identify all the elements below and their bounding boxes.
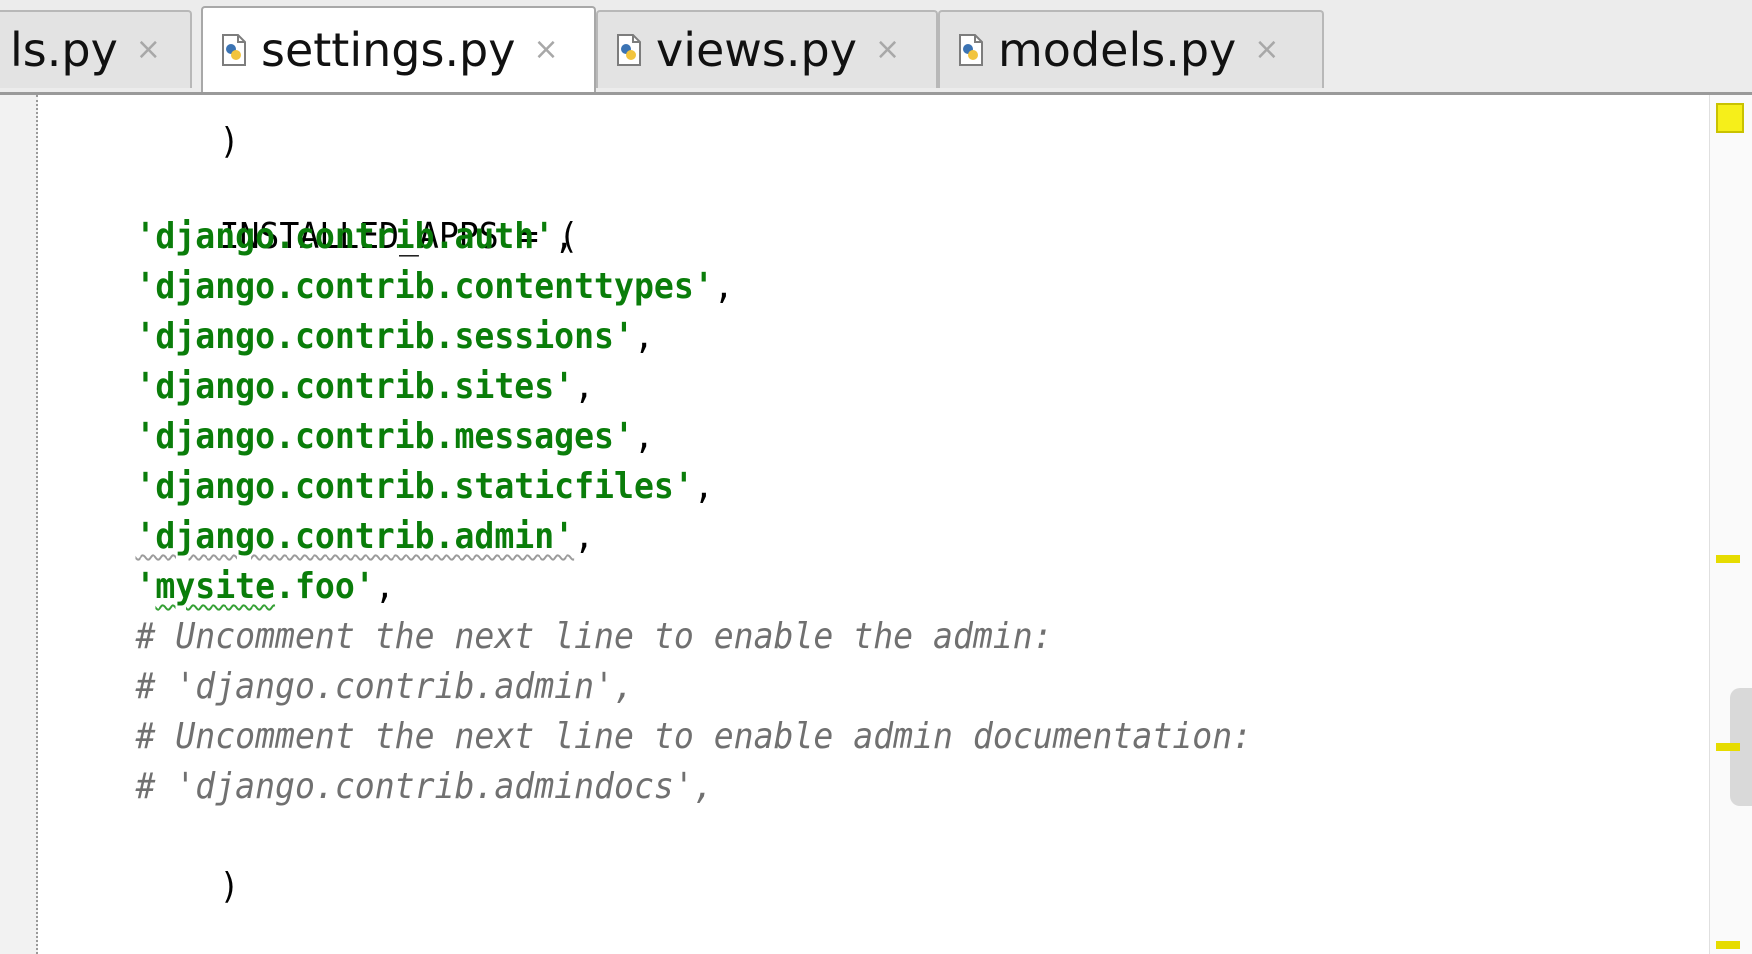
code-line: # 'django.contrib.admin',	[60, 662, 634, 712]
tab-label: views.py	[656, 23, 857, 77]
code-line: 'mysite.foo',	[60, 562, 395, 612]
code-token: ,	[713, 266, 734, 307]
close-icon[interactable]: ×	[875, 35, 900, 65]
close-icon[interactable]: ×	[136, 35, 161, 65]
tab-label: ls.py	[10, 23, 118, 77]
string-literal: 'django.contrib.staticfiles'	[135, 466, 694, 507]
code-line: 'django.contrib.staticfiles',	[60, 462, 714, 512]
string-literal: .foo'	[275, 566, 375, 607]
tab-urls-py[interactable]: ls.py ×	[0, 10, 192, 88]
code-token: ,	[633, 316, 654, 357]
tab-models-py[interactable]: models.py ×	[938, 10, 1324, 88]
string-literal: 'django.contrib.sessions'	[135, 316, 634, 357]
tab-label: models.py	[998, 23, 1237, 77]
python-file-icon	[959, 34, 983, 66]
string-literal: 'django.contrib.auth'	[135, 216, 555, 257]
code-line: INSTALLED_APPS = (	[60, 162, 579, 257]
python-file-icon	[222, 34, 246, 66]
code-token: ,	[554, 216, 575, 257]
tab-label: settings.py	[261, 23, 516, 77]
code-comment: # Uncomment the next line to enable admi…	[135, 716, 1253, 757]
close-icon[interactable]: ×	[533, 35, 558, 65]
code-line: # Uncomment the next line to enable the …	[60, 612, 1053, 662]
code-token: )	[219, 121, 240, 162]
string-literal: '	[135, 566, 156, 607]
code-line: 'django.contrib.sessions',	[60, 312, 654, 362]
close-icon[interactable]: ×	[1254, 35, 1279, 65]
line-gutter[interactable]	[0, 95, 38, 954]
string-literal: 'django.contrib.messages'	[135, 416, 634, 457]
code-token: ,	[574, 366, 595, 407]
code-line: # Uncomment the next line to enable admi…	[60, 712, 1252, 762]
code-comment: # Uncomment the next line to enable the …	[135, 616, 1053, 657]
code-token: ,	[574, 516, 595, 557]
tab-settings-py[interactable]: settings.py ×	[201, 6, 596, 92]
code-line: 'django.contrib.auth',	[60, 212, 574, 262]
string-literal: 'django.contrib.contenttypes'	[135, 266, 714, 307]
warning-status-icon[interactable]	[1716, 103, 1744, 133]
tab-views-py[interactable]: views.py ×	[596, 10, 938, 88]
code-comment: # 'django.contrib.admin',	[135, 666, 634, 707]
code-line: )	[60, 812, 240, 907]
error-stripe[interactable]	[1709, 95, 1752, 954]
editor-tab-bar: ls.py × settings.py × views.py × models.…	[0, 0, 1752, 95]
code-text-area[interactable]: ) INSTALLED_APPS = ( 'django.contrib.aut…	[60, 95, 1680, 954]
code-line: 'django.contrib.messages',	[60, 412, 654, 462]
code-comment: # 'django.contrib.admindocs',	[135, 766, 714, 807]
code-line: 'django.contrib.sites',	[60, 362, 594, 412]
python-file-icon	[617, 34, 641, 66]
code-line: # 'django.contrib.admindocs',	[60, 762, 714, 812]
spelling-warning: mysite	[155, 566, 276, 607]
code-line: )	[60, 95, 240, 162]
code-token: ,	[633, 416, 654, 457]
warning-marker[interactable]	[1716, 941, 1740, 949]
code-line: 'django.contrib.admin',	[60, 512, 594, 562]
code-line: 'django.contrib.contenttypes',	[60, 262, 734, 312]
code-token: )	[219, 866, 240, 907]
code-token: ,	[693, 466, 714, 507]
warning-marker[interactable]	[1716, 743, 1740, 751]
code-editor[interactable]: ) INSTALLED_APPS = ( 'django.contrib.aut…	[0, 95, 1752, 954]
string-literal: 'django.contrib.sites'	[135, 366, 575, 407]
ide-window: ls.py × settings.py × views.py × models.…	[0, 0, 1752, 954]
warning-marker[interactable]	[1716, 555, 1740, 563]
string-literal: 'django.contrib.admin'	[135, 516, 575, 557]
code-token: ,	[374, 566, 395, 607]
